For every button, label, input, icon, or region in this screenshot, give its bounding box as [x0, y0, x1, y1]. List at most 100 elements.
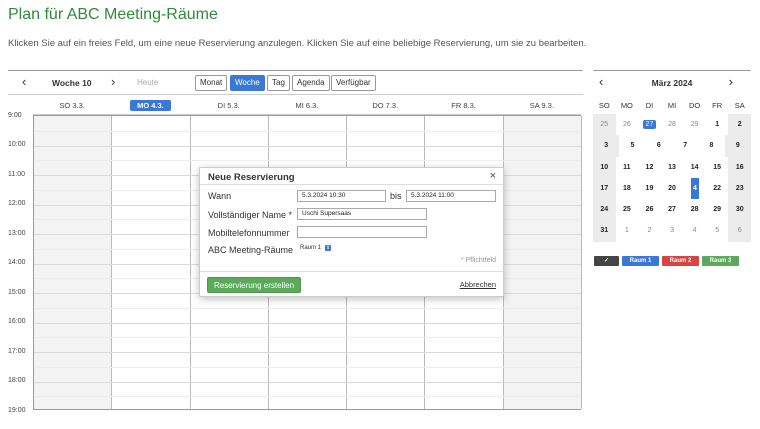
calendar-day[interactable]: 9 — [724, 135, 751, 157]
calendar-week-row: 31 1 2 3 4 5 6 — [593, 220, 752, 242]
calendar-day[interactable]: 2 — [728, 114, 752, 136]
day-header-today-label: MO 4.3. — [130, 100, 171, 111]
time-gridline — [34, 366, 581, 368]
time-gridline — [34, 160, 581, 162]
calendar-day[interactable]: 27 — [638, 114, 661, 135]
calendar-day[interactable]: 3 — [593, 135, 620, 157]
calendar-day[interactable]: 3 — [661, 220, 684, 241]
filter-all-chip[interactable]: ✓ Alle — [594, 256, 619, 274]
time-gridline — [34, 337, 581, 339]
calendar-day-today-label: 27 — [642, 120, 657, 129]
calendar-day[interactable]: 28 — [661, 114, 684, 135]
select-arrows-icon: ⇕ — [325, 245, 332, 251]
calendar-day[interactable]: 23 — [728, 177, 752, 200]
calendar-day[interactable]: 8 — [698, 135, 724, 156]
page-title: Plan für ABC Meeting-Räume — [8, 6, 218, 23]
filter-room-chip[interactable]: Raum 3 — [702, 256, 739, 266]
calendar-day[interactable]: 11 — [616, 157, 639, 178]
calendar-day[interactable]: 2 — [638, 220, 661, 241]
day-header[interactable]: MI 6.3. — [268, 97, 346, 114]
calendar-day[interactable]: 31 — [593, 220, 616, 242]
calendar-day[interactable]: 26 — [616, 114, 639, 135]
day-header[interactable]: DO 7.3. — [346, 97, 424, 114]
calendar-day[interactable]: 12 — [638, 157, 661, 178]
room-label: ABC Meeting-Räume — [208, 245, 294, 255]
today-button[interactable]: Heute — [137, 78, 158, 87]
calendar-day[interactable]: 14 — [683, 157, 706, 178]
time-label: 16:00 — [8, 318, 26, 325]
calendar-day[interactable]: 19 — [638, 178, 661, 199]
time-gridline — [34, 396, 581, 398]
next-week-chevron-icon[interactable]: › — [111, 74, 115, 89]
calendar-day[interactable]: 30 — [728, 199, 752, 221]
view-agenda-button[interactable]: Agenda — [292, 75, 330, 91]
create-reservation-button[interactable]: Reservierung erstellen — [207, 277, 302, 293]
time-label: 11:00 — [8, 171, 25, 178]
calendar-day[interactable]: 5 — [706, 220, 729, 241]
calendar-day[interactable]: 5 — [619, 135, 645, 156]
day-header[interactable]: FR 8.3. — [424, 97, 502, 114]
mini-calendar: SO MO DI MI DO FR SA 25 26 27 28 29 1 2 3 4 5 6 7 8 9… — [593, 101, 752, 242]
time-gridline — [34, 307, 581, 309]
calendar-day[interactable]: 29 — [706, 199, 729, 220]
weekday-label: MO — [620, 101, 633, 110]
calendar-week-row: 17181920212223 — [593, 177, 752, 200]
view-available-button[interactable]: Verfügbar — [331, 75, 376, 91]
calendar-day[interactable]: 16 — [728, 156, 752, 178]
bis-label: bis — [390, 191, 402, 201]
view-day-button[interactable]: Tag — [267, 75, 290, 91]
prev-week-chevron-icon[interactable]: ‹ — [22, 74, 26, 89]
day-header-today[interactable]: MO 4.3. — [111, 97, 189, 114]
calendar-day[interactable]: 6 — [728, 220, 752, 242]
time-label: 19:00 — [8, 407, 26, 414]
view-week-button[interactable]: Woche — [230, 75, 265, 91]
calendar-day[interactable]: 1 — [616, 220, 639, 241]
room-select[interactable]: Raum 1 ⇕ — [298, 245, 334, 251]
calendar-day[interactable]: 18 — [616, 178, 639, 199]
calendar-day[interactable]: 22 — [706, 178, 729, 199]
calendar-week-row: 25 26 27 28 29 1 2 — [593, 114, 752, 136]
close-icon[interactable]: × — [490, 170, 496, 182]
calendar-day[interactable]: 29 — [683, 114, 706, 135]
calendar-day[interactable]: 24 — [593, 199, 616, 221]
calendar-day[interactable]: 13 — [661, 157, 684, 178]
calendar-day[interactable]: 6 — [646, 135, 672, 156]
time-label: 17:00 — [8, 348, 26, 355]
filter-room-chip[interactable]: Raum 2 — [662, 256, 699, 266]
calendar-day[interactable]: 1 — [706, 114, 729, 135]
calendar-day[interactable]: 7 — [672, 135, 698, 156]
calendar-day[interactable]: 25 — [593, 114, 616, 136]
time-gridline — [34, 322, 581, 324]
mini-calendar-header: ‹ März 2024 › — [593, 70, 751, 95]
calendar-week-row: 10 11 12 13 14 15 16 — [593, 156, 752, 178]
calendar-day[interactable]: 27 — [661, 199, 684, 220]
calendar-day[interactable]: 25 — [616, 199, 639, 220]
start-datetime-input[interactable]: 5.3.2024 10:30 — [297, 190, 386, 202]
full-name-input[interactable]: Uschi Supersaas — [297, 208, 427, 220]
calendar-day[interactable]: 4 — [691, 178, 699, 199]
view-month-button[interactable]: Monat — [195, 75, 228, 91]
week-day-header: SO 3.3. MO 4.3. DI 5.3. MI 6.3. DO 7.3. … — [33, 97, 581, 115]
calendar-day[interactable]: 28 — [683, 199, 706, 220]
calendar-day[interactable]: 20 — [661, 178, 684, 199]
time-label: 15:00 — [8, 289, 26, 296]
end-datetime-input[interactable]: 5.3.2024 11:00 — [406, 190, 496, 202]
calendar-day[interactable]: 15 — [706, 157, 729, 178]
next-month-chevron-icon[interactable]: › — [729, 74, 733, 89]
calendar-day[interactable]: 17 — [593, 177, 616, 200]
when-label: Wann — [208, 191, 232, 201]
time-label: 13:00 — [8, 230, 26, 237]
calendar-day[interactable]: 26 — [638, 199, 661, 220]
required-note: * Pflichtfeld — [460, 257, 496, 264]
filter-room-chip[interactable]: Raum 1 — [622, 256, 659, 266]
calendar-day[interactable]: 10 — [593, 156, 616, 178]
cancel-link[interactable]: Abbrechen — [460, 280, 496, 289]
time-label: 9:00 — [8, 112, 22, 119]
calendar-day[interactable]: 4 — [683, 220, 706, 241]
day-header[interactable]: SO 3.3. — [33, 97, 111, 114]
day-header[interactable]: SA 9.3. — [503, 97, 581, 114]
mobile-phone-input[interactable] — [297, 226, 427, 238]
weekday-row: SO MO DI MI DO FR SA — [593, 101, 751, 114]
day-header[interactable]: DI 5.3. — [190, 97, 268, 114]
weekday-label: FR — [712, 101, 723, 110]
